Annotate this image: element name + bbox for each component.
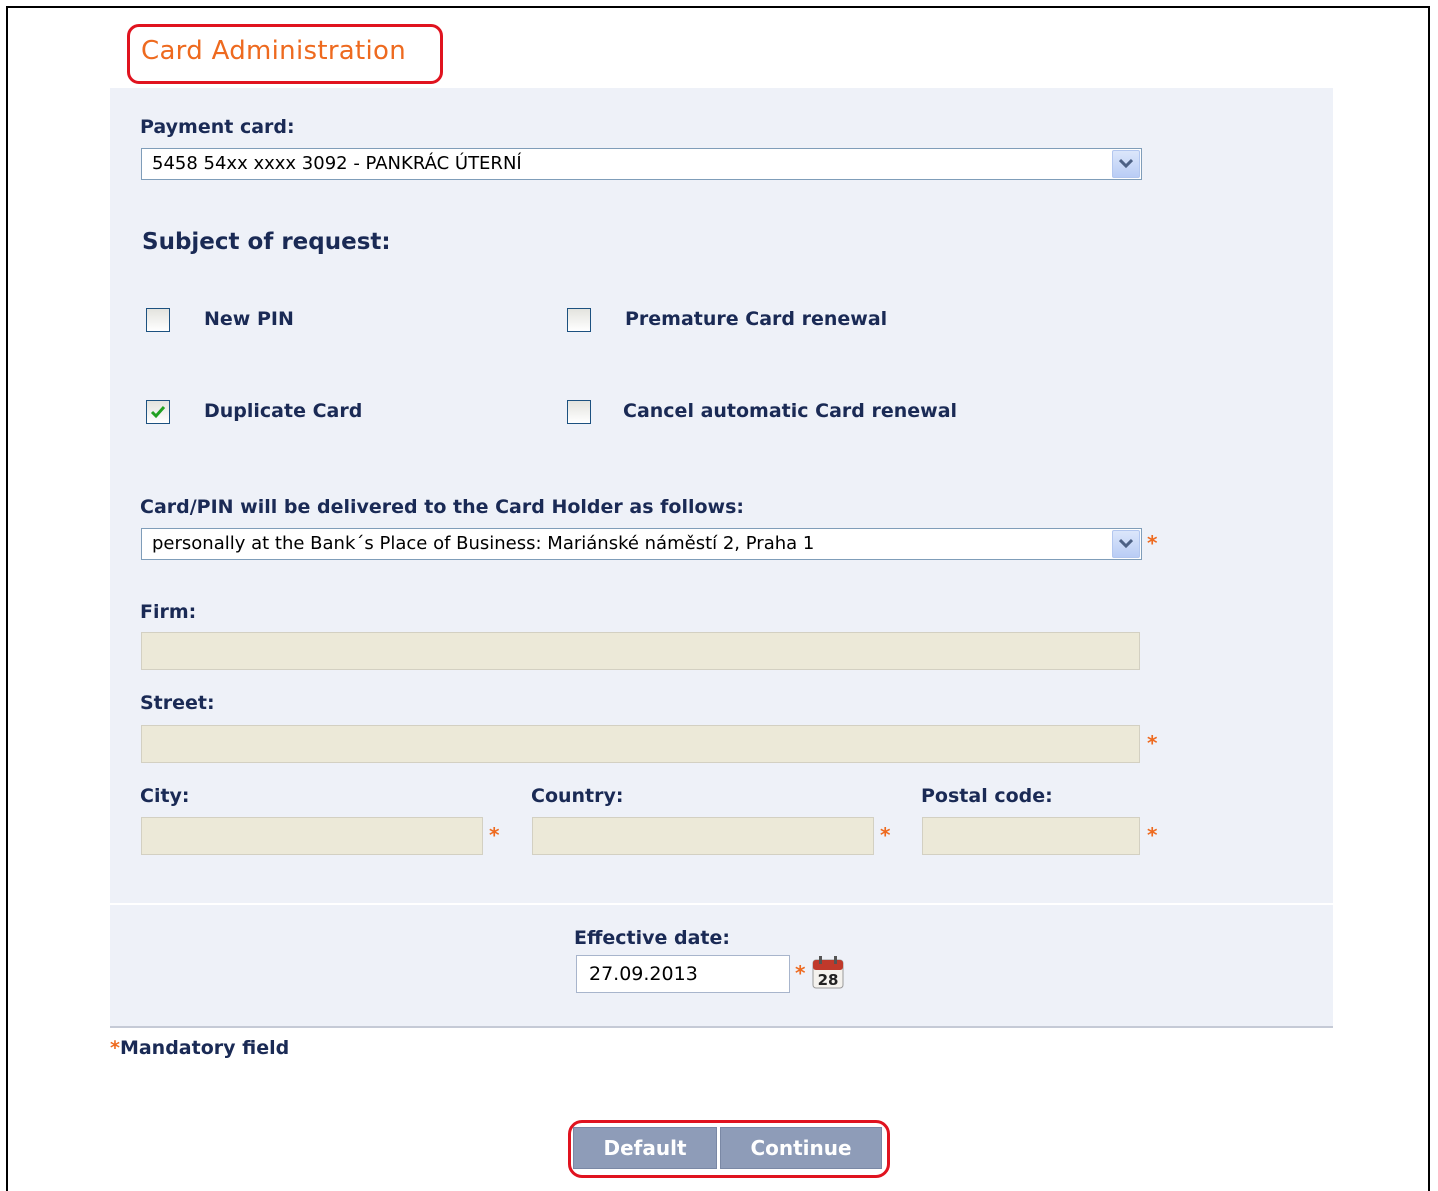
required-star: *: [489, 823, 500, 847]
effective-date-input[interactable]: 27.09.2013: [576, 955, 790, 993]
country-label: Country:: [531, 785, 624, 807]
calendar-day: 28: [818, 971, 839, 989]
firm-label: Firm:: [140, 601, 197, 623]
subject-heading: Subject of request:: [142, 229, 391, 255]
chevron-down-icon[interactable]: [1112, 150, 1140, 178]
mandatory-note: *Mandatory field: [110, 1037, 289, 1059]
postal-code-label: Postal code:: [921, 785, 1053, 807]
duplicate-card-label: Duplicate Card: [204, 400, 363, 422]
city-field[interactable]: [141, 817, 483, 855]
effective-date-value: 27.09.2013: [589, 963, 698, 985]
tab-title: Card Administration: [141, 36, 407, 66]
required-star: *: [880, 823, 891, 847]
payment-card-value: 5458 54xx xxxx 3092 - PANKRÁC ÚTERNÍ: [152, 153, 522, 174]
default-button[interactable]: Default: [573, 1127, 717, 1169]
delivery-value: personally at the Bank´s Place of Busine…: [152, 533, 815, 554]
payment-card-label: Payment card:: [140, 116, 295, 138]
premature-renewal-checkbox[interactable]: [567, 308, 591, 332]
duplicate-card-checkbox[interactable]: [146, 400, 170, 424]
mandatory-star: *: [110, 1037, 120, 1059]
checkmark-icon: [150, 406, 166, 419]
required-star: *: [1147, 823, 1158, 847]
effective-date-label: Effective date:: [574, 927, 730, 949]
premature-renewal-label: Premature Card renewal: [625, 308, 888, 330]
cancel-renewal-label: Cancel automatic Card renewal: [623, 400, 958, 422]
mandatory-text: Mandatory field: [119, 1037, 290, 1059]
required-star: *: [795, 961, 806, 985]
calendar-icon[interactable]: 28: [809, 954, 847, 990]
delivery-select[interactable]: personally at the Bank´s Place of Busine…: [141, 528, 1142, 560]
delivery-label: Card/PIN will be delivered to the Card H…: [140, 496, 745, 518]
street-label: Street:: [140, 692, 215, 714]
payment-card-select[interactable]: 5458 54xx xxxx 3092 - PANKRÁC ÚTERNÍ: [141, 148, 1142, 180]
required-star: *: [1147, 731, 1158, 755]
city-label: City:: [140, 785, 190, 807]
postal-code-field[interactable]: [922, 817, 1140, 855]
chevron-down-icon[interactable]: [1112, 530, 1140, 558]
continue-button[interactable]: Continue: [720, 1127, 882, 1169]
cancel-renewal-checkbox[interactable]: [567, 400, 591, 424]
street-field[interactable]: [141, 725, 1140, 763]
required-star: *: [1147, 531, 1158, 555]
firm-field[interactable]: [141, 632, 1140, 670]
new-pin-label: New PIN: [204, 308, 294, 330]
new-pin-checkbox[interactable]: [146, 308, 170, 332]
panel-bottom-rule: [110, 1026, 1333, 1028]
country-field[interactable]: [532, 817, 874, 855]
